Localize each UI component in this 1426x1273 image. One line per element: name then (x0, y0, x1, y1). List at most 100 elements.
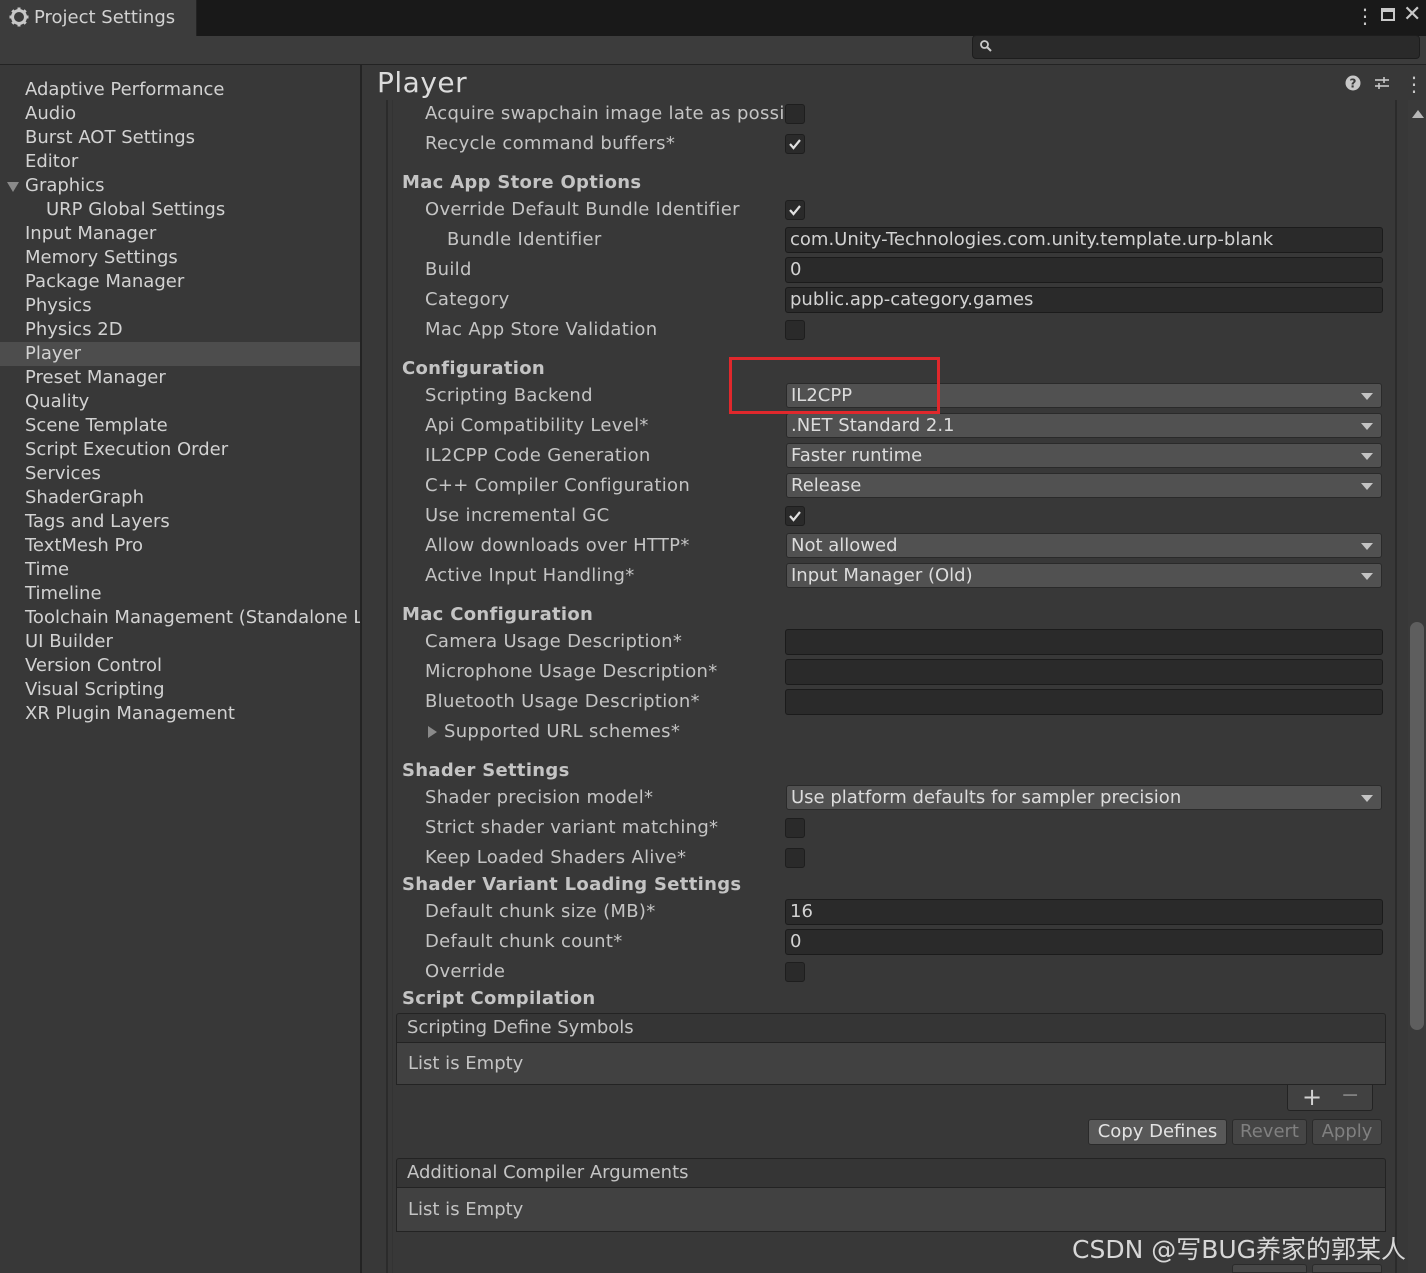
camera-usage-label: Camera Usage Description* (425, 631, 683, 652)
input-handling-dropdown[interactable]: Input Manager (Old) (786, 563, 1382, 588)
sidebar-divider[interactable] (360, 65, 362, 1273)
sidebar-item-visual-scripting[interactable]: Visual Scripting (0, 678, 360, 702)
search-input[interactable] (972, 35, 1420, 59)
shader-precision-dropdown[interactable]: Use platform defaults for sampler precis… (786, 785, 1382, 810)
tab-project-settings[interactable]: Project Settings (0, 0, 197, 36)
build-field[interactable]: 0 (785, 257, 1383, 283)
close-icon[interactable]: ✕ (1403, 4, 1421, 26)
mic-usage-field[interactable] (785, 659, 1383, 685)
sidebar-item-memory-settings[interactable]: Memory Settings (0, 246, 360, 270)
mac-validation-checkbox[interactable] (785, 320, 805, 340)
revert-button[interactable]: Revert (1232, 1119, 1307, 1145)
section-shader-settings: Shader Settings (402, 760, 570, 781)
sidebar-item-toolchain-management[interactable]: Toolchain Management (Standalone L (0, 606, 360, 630)
sidebar-item-script-execution-order[interactable]: Script Execution Order (0, 438, 360, 462)
copy-defines-button[interactable]: Copy Defines (1088, 1119, 1227, 1145)
sidebar-item-input-manager[interactable]: Input Manager (0, 222, 360, 246)
sidebar-item-package-manager[interactable]: Package Manager (0, 270, 360, 294)
checkmark-icon (789, 511, 801, 522)
cpp-config-label: C++ Compiler Configuration (425, 475, 691, 496)
override-bundle-checkbox[interactable] (785, 200, 805, 220)
section-mac-app-store: Mac App Store Options (402, 172, 642, 193)
override-checkbox[interactable] (785, 962, 805, 982)
dropdown-arrow-icon (1361, 453, 1373, 460)
strict-variant-checkbox[interactable] (785, 818, 805, 838)
il2cpp-codegen-label: IL2CPP Code Generation (425, 445, 651, 466)
maximize-icon[interactable] (1381, 8, 1395, 21)
tab-title: Project Settings (34, 7, 176, 28)
chunk-count-label: Default chunk count* (425, 931, 623, 952)
url-schemes-foldout[interactable]: Supported URL schemes* (444, 721, 680, 742)
checkmark-icon (789, 139, 801, 150)
sidebar-item-ui-builder[interactable]: UI Builder (0, 630, 360, 654)
build-label: Build (425, 259, 472, 280)
keep-loaded-label: Keep Loaded Shaders Alive* (425, 847, 687, 868)
more-options-icon[interactable]: ⋮ (1404, 72, 1424, 96)
sidebar-item-tags-and-layers[interactable]: Tags and Layers (0, 510, 360, 534)
sidebar-item-scene-template[interactable]: Scene Template (0, 414, 360, 438)
sidebar-item-player[interactable]: Player (0, 342, 360, 366)
cpp-config-dropdown[interactable]: Release (786, 473, 1382, 498)
scrollbar-thumb[interactable] (1410, 622, 1424, 1030)
inspector-border (386, 100, 388, 1273)
more-options-icon[interactable]: ⋮ (1355, 6, 1375, 26)
page-title: Player (377, 66, 468, 99)
recycle-buffers-checkbox[interactable] (785, 134, 805, 154)
sidebar-item-services[interactable]: Services (0, 462, 360, 486)
bluetooth-usage-label: Bluetooth Usage Description* (425, 691, 700, 712)
sidebar-item-adaptive-performance[interactable]: Adaptive Performance (0, 78, 360, 102)
dropdown-arrow-icon (1361, 573, 1373, 580)
compiler-args-list: List is Empty (396, 1188, 1386, 1232)
sidebar-item-textmesh-pro[interactable]: TextMesh Pro (0, 534, 360, 558)
category-label: Category (425, 289, 510, 310)
sidebar-item-physics-2d[interactable]: Physics 2D (0, 318, 360, 342)
sidebar-item-editor[interactable]: Editor (0, 150, 360, 174)
sidebar-item-urp-global[interactable]: URP Global Settings (0, 198, 360, 222)
scroll-up-arrow-icon[interactable] (1412, 110, 1424, 118)
foldout-arrow-icon[interactable] (428, 726, 437, 738)
apply-button[interactable]: Apply (1312, 1119, 1382, 1145)
acquire-swapchain-checkbox[interactable] (785, 104, 805, 124)
il2cpp-codegen-dropdown[interactable]: Faster runtime (786, 443, 1382, 468)
list-add-remove-footer: + − (1287, 1083, 1373, 1111)
sidebar-item-burst-aot[interactable]: Burst AOT Settings (0, 126, 360, 150)
list-empty-text: List is Empty (408, 1053, 524, 1074)
sidebar-item-timeline[interactable]: Timeline (0, 582, 360, 606)
bundle-identifier-field[interactable]: com.Unity-Technologies.com.unity.templat… (785, 227, 1383, 253)
remove-item-button[interactable]: − (1341, 1083, 1359, 1108)
keep-loaded-checkbox[interactable] (785, 848, 805, 868)
incremental-gc-checkbox[interactable] (785, 506, 805, 526)
chunk-size-field[interactable]: 16 (785, 899, 1383, 925)
sidebar-item-xr-plugin-management[interactable]: XR Plugin Management (0, 702, 360, 726)
sidebar-item-version-control[interactable]: Version Control (0, 654, 360, 678)
sidebar-item-quality[interactable]: Quality (0, 390, 360, 414)
section-mac-configuration: Mac Configuration (402, 604, 594, 625)
preset-sliders-icon[interactable] (1374, 75, 1390, 91)
http-downloads-dropdown[interactable]: Not allowed (786, 533, 1382, 558)
section-shader-variant-loading: Shader Variant Loading Settings (402, 874, 742, 895)
define-symbols-header: Scripting Define Symbols (396, 1013, 1386, 1043)
bluetooth-usage-field[interactable] (785, 689, 1383, 715)
sidebar-item-time[interactable]: Time (0, 558, 360, 582)
scripting-backend-label: Scripting Backend (425, 385, 593, 406)
camera-usage-field[interactable] (785, 629, 1383, 655)
search-icon (980, 40, 992, 52)
recycle-buffers-label: Recycle command buffers* (425, 133, 676, 154)
sidebar-item-physics[interactable]: Physics (0, 294, 360, 318)
dropdown-value: .NET Standard 2.1 (791, 415, 955, 436)
add-item-button[interactable]: + (1302, 1083, 1322, 1111)
category-field[interactable]: public.app-category.games (785, 287, 1383, 313)
chunk-count-field[interactable]: 0 (785, 929, 1383, 955)
dropdown-value: Not allowed (791, 535, 898, 556)
api-compat-dropdown[interactable]: .NET Standard 2.1 (786, 413, 1382, 438)
sidebar-item-graphics[interactable]: Graphics (0, 174, 360, 198)
strict-variant-label: Strict shader variant matching* (425, 817, 719, 838)
sidebar-item-shadergraph[interactable]: ShaderGraph (0, 486, 360, 510)
sidebar-item-audio[interactable]: Audio (0, 102, 360, 126)
bundle-identifier-label: Bundle Identifier (447, 229, 602, 250)
help-icon[interactable]: ? (1345, 75, 1361, 91)
incremental-gc-label: Use incremental GC (425, 505, 610, 526)
dropdown-value: Use platform defaults for sampler precis… (791, 787, 1182, 808)
expand-arrow-icon[interactable] (7, 182, 19, 192)
sidebar-item-preset-manager[interactable]: Preset Manager (0, 366, 360, 390)
